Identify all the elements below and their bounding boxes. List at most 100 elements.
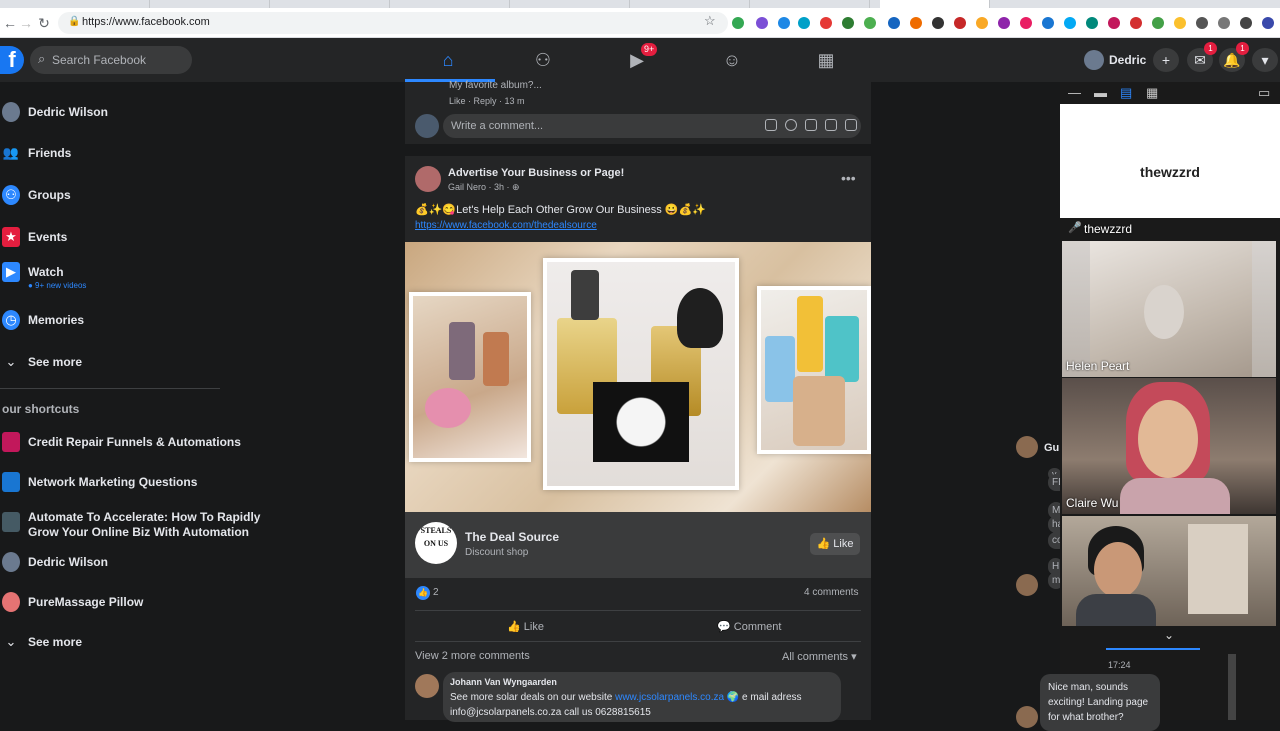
post-group-title[interactable]: Advertise Your Business or Page! <box>448 167 624 179</box>
scrollbar[interactable] <box>1228 654 1236 720</box>
comments-count[interactable]: 4 comments <box>804 587 858 598</box>
browser-tab[interactable] <box>40 0 150 8</box>
group-avatar[interactable] <box>415 166 441 192</box>
feed-post: Advertise Your Business or Page! Gail Ne… <box>405 156 871 722</box>
sidebar-item-label: Dedric Wilson <box>28 105 108 119</box>
extension-icon[interactable] <box>1130 17 1142 29</box>
extension-icon[interactable] <box>842 17 854 29</box>
participant-tile[interactable]: 🎤 thewzzrd <box>1062 218 1276 240</box>
extension-icon[interactable] <box>910 17 922 29</box>
friends-nav-icon[interactable]: ⚇ <box>523 48 563 72</box>
avatar[interactable] <box>1016 436 1038 458</box>
extension-icon[interactable] <box>1086 17 1098 29</box>
extension-icon[interactable] <box>732 17 744 29</box>
account-menu-chevron-icon[interactable]: ▾ <box>1252 48 1278 72</box>
extension-icon[interactable] <box>820 17 832 29</box>
extension-icon[interactable] <box>864 17 876 29</box>
extension-icon[interactable] <box>1020 17 1032 29</box>
reload-icon[interactable]: ↻ <box>36 14 52 32</box>
extension-icon[interactable] <box>1064 17 1076 29</box>
browser-tab[interactable] <box>400 0 510 8</box>
camera-icon[interactable] <box>805 119 817 131</box>
browser-tab[interactable] <box>640 0 750 8</box>
browser-tab[interactable] <box>760 0 870 8</box>
extension-icon[interactable] <box>976 17 988 29</box>
extension-icon[interactable] <box>1042 17 1054 29</box>
page-name[interactable]: The Deal Source <box>465 530 559 544</box>
address-bar[interactable]: 🔒 https://www.facebook.com <box>58 12 728 34</box>
post-meta[interactable]: Gail Nero · 3h · ⊕ <box>448 182 520 193</box>
participant-tile[interactable]: Claire Wu <box>1062 378 1276 514</box>
create-button[interactable]: + <box>1153 48 1179 72</box>
chevron-down-icon[interactable]: ⌄ <box>1164 628 1174 642</box>
facebook-logo[interactable]: f <box>0 46 24 74</box>
comment-meta[interactable]: Like · Reply · 13 m <box>449 96 525 106</box>
post-image[interactable] <box>405 242 871 512</box>
speaker-view-icon[interactable]: ▤ <box>1120 85 1132 101</box>
minimize-icon[interactable]: — <box>1068 85 1081 100</box>
jar-shape <box>793 376 845 446</box>
comment-input[interactable] <box>451 117 751 135</box>
extension-icon[interactable] <box>932 17 944 29</box>
page-like-label: Like <box>833 538 854 550</box>
extension-icon[interactable] <box>1196 17 1208 29</box>
comment-link[interactable]: www.jcsolarpanels.co.za <box>615 692 724 703</box>
participant-tile[interactable]: Helen Peart <box>1062 241 1276 377</box>
forward-icon[interactable]: → <box>18 14 34 32</box>
gaming-nav-icon[interactable]: ▦ <box>806 48 846 72</box>
extension-icon[interactable] <box>1174 17 1186 29</box>
sticker-icon[interactable] <box>765 119 777 131</box>
search-box[interactable]: ⌕ <box>30 46 192 74</box>
extension-icon[interactable] <box>756 17 768 29</box>
browser-tab[interactable] <box>160 0 270 8</box>
groups-nav-icon[interactable]: ☺ <box>712 48 752 72</box>
post-text: 💰✨😋Let's Help Each Other Grow Our Busine… <box>415 204 706 216</box>
layout-icon[interactable]: ▭ <box>1258 85 1270 101</box>
compact-shape <box>593 382 689 462</box>
back-icon[interactable]: ← <box>2 14 18 32</box>
avatar[interactable] <box>415 674 439 698</box>
post-link[interactable]: https://www.facebook.com/thedealsource <box>415 220 597 231</box>
comment-box[interactable] <box>443 114 861 138</box>
more-options-icon[interactable]: ••• <box>841 170 856 186</box>
muted-mic-icon: 🎤 <box>1068 222 1082 234</box>
gallery-view-icon[interactable]: ▦ <box>1146 85 1158 101</box>
view-more-comments[interactable]: View 2 more comments <box>415 650 530 662</box>
extension-icon[interactable] <box>798 17 810 29</box>
comment-text: See more solar deals on our website www.… <box>450 690 830 720</box>
extension-icon[interactable] <box>888 17 900 29</box>
extension-icon[interactable] <box>1108 17 1120 29</box>
browser-tab[interactable] <box>280 0 390 8</box>
emoji-icon[interactable] <box>785 119 797 131</box>
sticker-face-icon[interactable] <box>845 119 857 131</box>
extension-icon[interactable] <box>1240 17 1252 29</box>
comment-filter[interactable]: All comments ▾ <box>782 650 857 663</box>
memories-icon: ◷ <box>2 310 20 330</box>
gif-icon[interactable] <box>825 119 837 131</box>
sidebar-item-label: Friends <box>28 146 72 160</box>
reaction-count[interactable]: 2 <box>433 587 439 598</box>
extension-icon[interactable] <box>998 17 1010 29</box>
participant-tile[interactable] <box>1062 516 1276 626</box>
extension-icon[interactable] <box>778 17 790 29</box>
extension-icon[interactable] <box>1218 17 1230 29</box>
page-attachment[interactable]: STEALS ON US The Deal Source Discount sh… <box>405 512 871 578</box>
search-input[interactable] <box>52 50 187 70</box>
profile-avatar-icon[interactable] <box>1262 17 1274 29</box>
avatar <box>1016 574 1038 596</box>
extension-icon[interactable] <box>954 17 966 29</box>
like-reaction-icon[interactable]: 👍 <box>416 586 430 600</box>
window-icon[interactable]: ▬ <box>1094 85 1107 100</box>
page-like-button[interactable]: 👍 Like <box>810 533 860 555</box>
browser-tab[interactable] <box>520 0 630 8</box>
chevron-down-icon: ⌄ <box>5 634 17 649</box>
like-button[interactable]: 👍 Like <box>507 616 544 638</box>
browser-tab-active[interactable] <box>880 0 990 8</box>
extension-icon[interactable] <box>1152 17 1164 29</box>
comment-button[interactable]: 💬 Comment <box>717 616 781 638</box>
comment-author[interactable]: Johann Van Wyngaarden <box>450 677 557 687</box>
post-actions: 👍 Like 💬 Comment <box>415 610 861 642</box>
bookmark-star-icon[interactable]: ☆ <box>704 13 716 29</box>
orchid-shape <box>425 388 471 428</box>
home-icon[interactable]: ⌂ <box>428 48 468 72</box>
